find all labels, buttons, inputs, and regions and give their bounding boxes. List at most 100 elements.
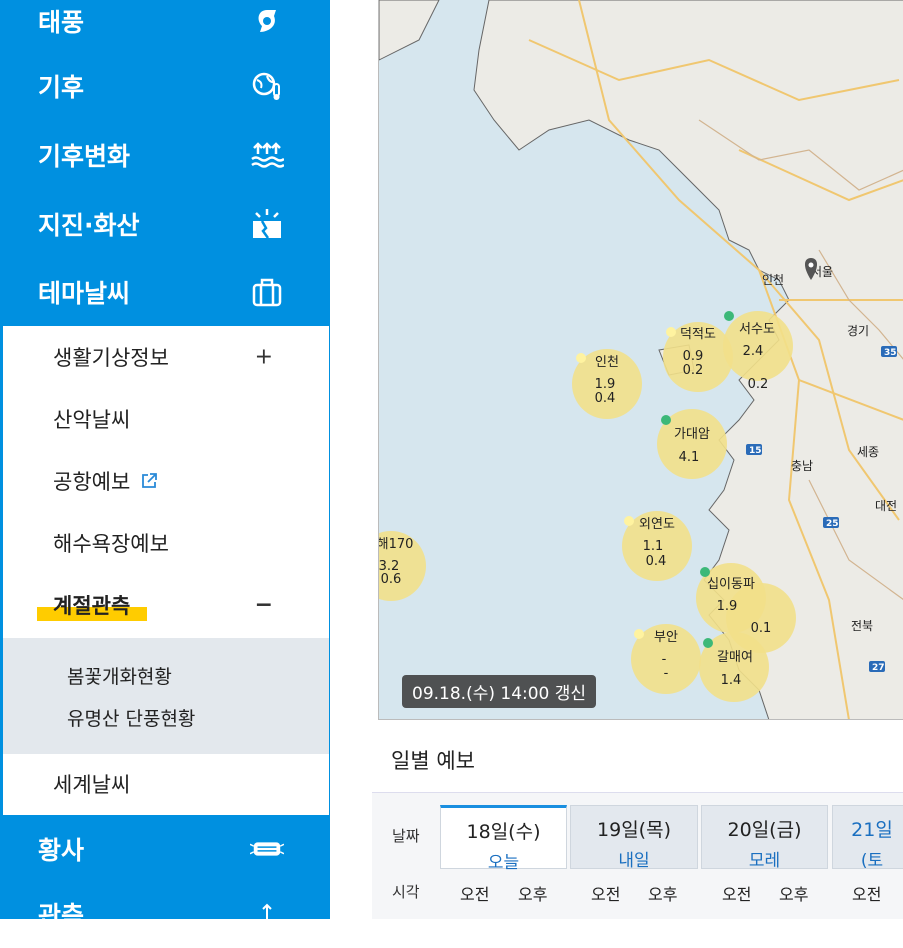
svg-text:0.2: 0.2: [683, 363, 704, 378]
nav-label: 태풍: [38, 8, 85, 37]
station-bubble[interactable]: 덕적도 0.9 0.2: [663, 322, 733, 392]
svg-text:0.2: 0.2: [748, 377, 769, 392]
daily-forecast-table: 날짜 시각 18일(수) 오늘 19일(목) 내일 20일(금) 모레 21일 …: [372, 792, 903, 919]
road-sign-35: 35: [881, 346, 897, 358]
svg-text:0.1: 0.1: [751, 621, 772, 636]
col-pm: 오후: [518, 885, 548, 904]
station-bubble[interactable]: 해170 3.2 0.6: [379, 531, 426, 601]
globe-thermometer-icon: [250, 69, 284, 103]
col-am: 오전: [722, 885, 752, 904]
station-bubble[interactable]: 인천 1.9 0.4: [572, 349, 642, 419]
svg-text:서수도: 서수도: [739, 322, 775, 337]
svg-text:외연도: 외연도: [639, 517, 675, 532]
expand-icon: +: [254, 344, 273, 370]
day-tab-day-after[interactable]: 20일(금) 모레: [701, 805, 828, 871]
col-am: 오전: [460, 885, 490, 904]
day-tab-sat[interactable]: 21일 (토: [832, 805, 903, 871]
svg-text:0.4: 0.4: [646, 554, 667, 569]
station-bubble[interactable]: 외연도 1.1 0.4: [622, 511, 692, 581]
svg-text:해170: 해170: [379, 537, 413, 552]
road-sign-25: 25: [823, 517, 839, 529]
nav-observation[interactable]: 관측: [0, 880, 330, 948]
sea-level-icon: [250, 138, 284, 172]
submenu-mountain[interactable]: 산악날씨: [3, 388, 329, 450]
submenu-world[interactable]: 세계날씨: [3, 753, 329, 815]
daily-forecast-title: 일별 예보: [391, 749, 475, 773]
nav-climate-change[interactable]: 기후변화: [0, 121, 330, 189]
col-pm: 오후: [779, 885, 809, 904]
map-canvas: 인천 서울 경기 충남 세종 대전 전북 15 35 25 27 인천 1.9 …: [379, 0, 903, 719]
station-bubble[interactable]: 가대암 4.1: [657, 409, 727, 479]
nav-label: 관측: [38, 901, 85, 930]
nav-earthquake[interactable]: 지진·화산: [0, 190, 330, 258]
station-bubble[interactable]: 부안 - -: [631, 624, 701, 694]
svg-text:4.1: 4.1: [679, 450, 700, 465]
svg-text:1.9: 1.9: [595, 377, 616, 392]
nav-theme-weather[interactable]: 테마날씨: [0, 258, 330, 326]
submenu-airport[interactable]: 공항예보: [3, 450, 329, 512]
nav-typhoon[interactable]: 태풍: [0, 0, 330, 55]
svg-text:갈매여: 갈매여: [717, 650, 753, 665]
nav-label: 기후변화: [38, 142, 131, 171]
earthquake-icon: [250, 207, 284, 241]
sidebar-nav: 태풍 기후 기후변화 지진·화산 테마날씨 생활기상정보 + 산악날씨 공항예보…: [0, 0, 330, 930]
road-sign-15: 15: [746, 444, 762, 456]
seasonal-item-flower[interactable]: 봄꽃개화현황: [67, 662, 172, 689]
submenu-life-weather[interactable]: 생활기상정보 +: [3, 326, 329, 388]
submenu-seasonal[interactable]: 계절관측 −: [3, 574, 329, 636]
update-timestamp: 09.18.(수) 14:00 갱신: [402, 675, 597, 708]
svg-text:2.4: 2.4: [743, 344, 764, 359]
map-label-incheon: 인천: [762, 272, 784, 287]
typhoon-icon: [250, 4, 284, 38]
row-label-time: 시각: [392, 883, 420, 901]
svg-text:1.4: 1.4: [721, 673, 742, 688]
svg-text:1.9: 1.9: [717, 599, 738, 614]
marine-weather-map[interactable]: 인천 서울 경기 충남 세종 대전 전북 15 35 25 27 인천 1.9 …: [378, 0, 903, 720]
road-sign-27: 27: [869, 661, 885, 673]
station-bubble[interactable]: 갈매여 1.4: [699, 632, 769, 702]
dust-mask-icon: [250, 832, 284, 866]
day-relative: 내일: [618, 851, 650, 871]
svg-text:덕적도: 덕적도: [680, 327, 716, 342]
submenu-label: 계절관측: [53, 594, 131, 618]
day-relative: 모레: [748, 851, 781, 871]
nav-label: 기후: [38, 73, 85, 102]
nav-label: 지진·화산: [38, 211, 140, 240]
day-tab-today[interactable]: 18일(수) 오늘: [440, 805, 567, 873]
row-label-date: 날짜: [392, 827, 420, 845]
svg-text:십이동파: 십이동파: [707, 577, 755, 592]
svg-text:0.9: 0.9: [683, 349, 704, 364]
observation-icon: [250, 897, 284, 931]
submenu-label: 생활기상정보: [53, 346, 169, 370]
col-pm: 오후: [648, 885, 678, 904]
day-tab-tomorrow[interactable]: 19일(목) 내일: [570, 805, 698, 871]
svg-text:25: 25: [826, 519, 839, 529]
nav-climate[interactable]: 기후: [0, 52, 330, 120]
nav-label: 황사: [38, 836, 85, 865]
nav-label: 테마날씨: [38, 279, 131, 308]
day-relative: 오늘: [487, 853, 520, 873]
svg-text:0.4: 0.4: [595, 391, 616, 406]
seasonal-item-foliage[interactable]: 유명산 단풍현황: [67, 704, 195, 731]
svg-text:-: -: [662, 652, 667, 667]
day-date: 21일: [851, 819, 893, 841]
map-label-sejong: 세종: [857, 445, 879, 459]
svg-text:27: 27: [872, 663, 885, 673]
suitcase-icon: [250, 275, 284, 309]
svg-text:가대암: 가대암: [674, 427, 710, 442]
map-label-chungnam: 충남: [791, 459, 813, 473]
svg-text:35: 35: [884, 348, 897, 358]
submenu-beach[interactable]: 해수욕장예보: [3, 512, 329, 574]
map-label-daejeon: 대전: [875, 499, 897, 513]
submenu-label: 산악날씨: [53, 408, 131, 432]
external-link-icon: [140, 472, 158, 490]
submenu-label: 공항예보: [53, 470, 131, 494]
svg-text:부안: 부안: [654, 630, 678, 645]
day-relative: (토: [860, 851, 884, 871]
map-label-jeonbuk: 전북: [851, 619, 873, 633]
col-am: 오전: [852, 885, 882, 904]
nav-yellow-dust[interactable]: 황사: [0, 815, 330, 883]
submenu-label: 해수욕장예보: [53, 532, 169, 556]
seasonal-submenu: 봄꽃개화현황 유명산 단풍현황: [3, 638, 329, 754]
svg-text:인천: 인천: [595, 355, 619, 370]
